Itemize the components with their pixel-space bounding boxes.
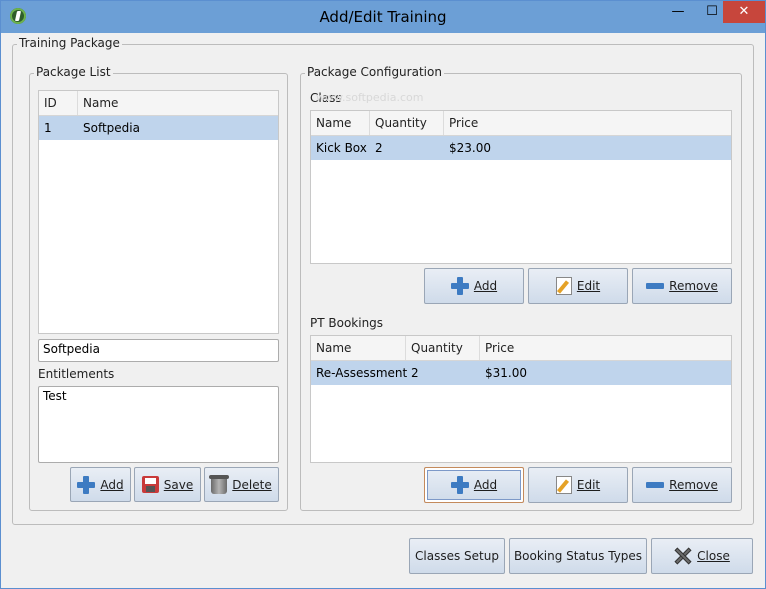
package-configuration-legend: Package Configuration <box>305 65 444 79</box>
minus-icon <box>646 277 665 295</box>
table-row[interactable]: 1 Softpedia <box>39 116 278 140</box>
class-add-button[interactable]: Add <box>424 268 524 304</box>
entitlements-textarea[interactable]: Test <box>38 386 279 463</box>
cell-price: $31.00 <box>485 366 527 380</box>
grid-header: Name Quantity Price <box>311 111 731 136</box>
client-area: Training Package Package List ID Name 1 … <box>1 33 765 588</box>
table-row[interactable]: Re-Assessment 2 $31.00 <box>311 361 731 385</box>
package-list-grid[interactable]: ID Name 1 Softpedia <box>38 90 279 334</box>
column-header-name[interactable]: Name <box>311 111 370 135</box>
package-configuration-group: Package Configuration Class Name Quantit… <box>300 65 742 511</box>
training-package-legend: Training Package <box>17 36 122 50</box>
delete-label: Delete <box>232 477 272 492</box>
booking-status-types-label: Booking Status Types <box>513 549 643 563</box>
training-package-group: Training Package Package List ID Name 1 … <box>12 36 754 525</box>
close-icon <box>674 547 692 565</box>
package-delete-button[interactable]: Delete <box>204 467 279 502</box>
cell-quantity: 2 <box>375 141 383 155</box>
package-add-button[interactable]: Add <box>70 467 131 502</box>
plus-icon <box>450 476 469 494</box>
package-name-input[interactable]: Softpedia <box>38 339 279 362</box>
cell-quantity: 2 <box>411 366 419 380</box>
column-header-name[interactable]: Name <box>311 336 406 360</box>
cell-name: Softpedia <box>83 121 140 135</box>
close-window-button[interactable]: ✕ <box>723 1 765 23</box>
edit-icon <box>555 476 572 494</box>
edit-icon <box>555 277 572 295</box>
cell-id: 1 <box>44 121 52 135</box>
title-bar: Add/Edit Training — ☐ ✕ <box>1 1 765 33</box>
plus-icon <box>77 475 96 494</box>
package-save-button[interactable]: Save <box>134 467 201 502</box>
package-list-legend: Package List <box>34 65 113 79</box>
table-row[interactable]: Kick Box 2 $23.00 <box>311 136 731 160</box>
add-label: Add <box>473 478 498 492</box>
package-list-group: Package List ID Name 1 Softpedia Softped… <box>29 65 288 511</box>
classes-setup-label: Classes Setup <box>415 549 499 563</box>
close-button[interactable]: Close <box>651 538 753 574</box>
class-grid[interactable]: Name Quantity Price Kick Box 2 $23.00 <box>310 110 732 264</box>
plus-icon <box>450 277 469 295</box>
edit-label: Edit <box>576 478 601 492</box>
column-header-price[interactable]: Price <box>444 111 731 135</box>
save-label: Save <box>163 477 194 492</box>
class-edit-button[interactable]: Edit <box>528 268 628 304</box>
close-label: Close <box>697 549 730 563</box>
class-remove-button[interactable]: Remove <box>632 268 732 304</box>
floppy-disk-icon <box>141 476 159 493</box>
classes-setup-button[interactable]: Classes Setup <box>409 538 505 574</box>
pt-bookings-grid[interactable]: Name Quantity Price Re-Assessment 2 $31.… <box>310 335 732 463</box>
window-title: Add/Edit Training <box>319 8 447 26</box>
pt-add-button[interactable]: Add <box>424 467 524 503</box>
cell-name: Re-Assessment <box>316 366 408 380</box>
minus-icon <box>646 476 665 494</box>
pt-bookings-label: PT Bookings <box>310 316 384 330</box>
column-header-name[interactable]: Name <box>78 91 278 115</box>
remove-label: Remove <box>669 279 718 293</box>
column-header-id[interactable]: ID <box>39 91 78 115</box>
grid-header: ID Name <box>39 91 278 116</box>
remove-label: Remove <box>669 478 718 492</box>
column-header-price[interactable]: Price <box>480 336 731 360</box>
entitlements-label: Entitlements <box>38 367 115 381</box>
minimize-button[interactable]: — <box>661 1 695 23</box>
cell-name: Kick Box <box>316 141 367 155</box>
column-header-quantity[interactable]: Quantity <box>406 336 480 360</box>
column-header-quantity[interactable]: Quantity <box>370 111 444 135</box>
add-edit-training-window: Add/Edit Training — ☐ ✕ Training Package… <box>0 0 766 589</box>
edit-label: Edit <box>576 279 601 293</box>
add-label: Add <box>100 477 124 492</box>
grid-header: Name Quantity Price <box>311 336 731 361</box>
booking-status-types-button[interactable]: Booking Status Types <box>509 538 647 574</box>
trash-can-icon <box>209 474 230 494</box>
pt-edit-button[interactable]: Edit <box>528 467 628 503</box>
pt-remove-button[interactable]: Remove <box>632 467 732 503</box>
add-label: Add <box>473 279 498 293</box>
watermark: www.softpedia.com <box>316 91 424 104</box>
cell-price: $23.00 <box>449 141 491 155</box>
